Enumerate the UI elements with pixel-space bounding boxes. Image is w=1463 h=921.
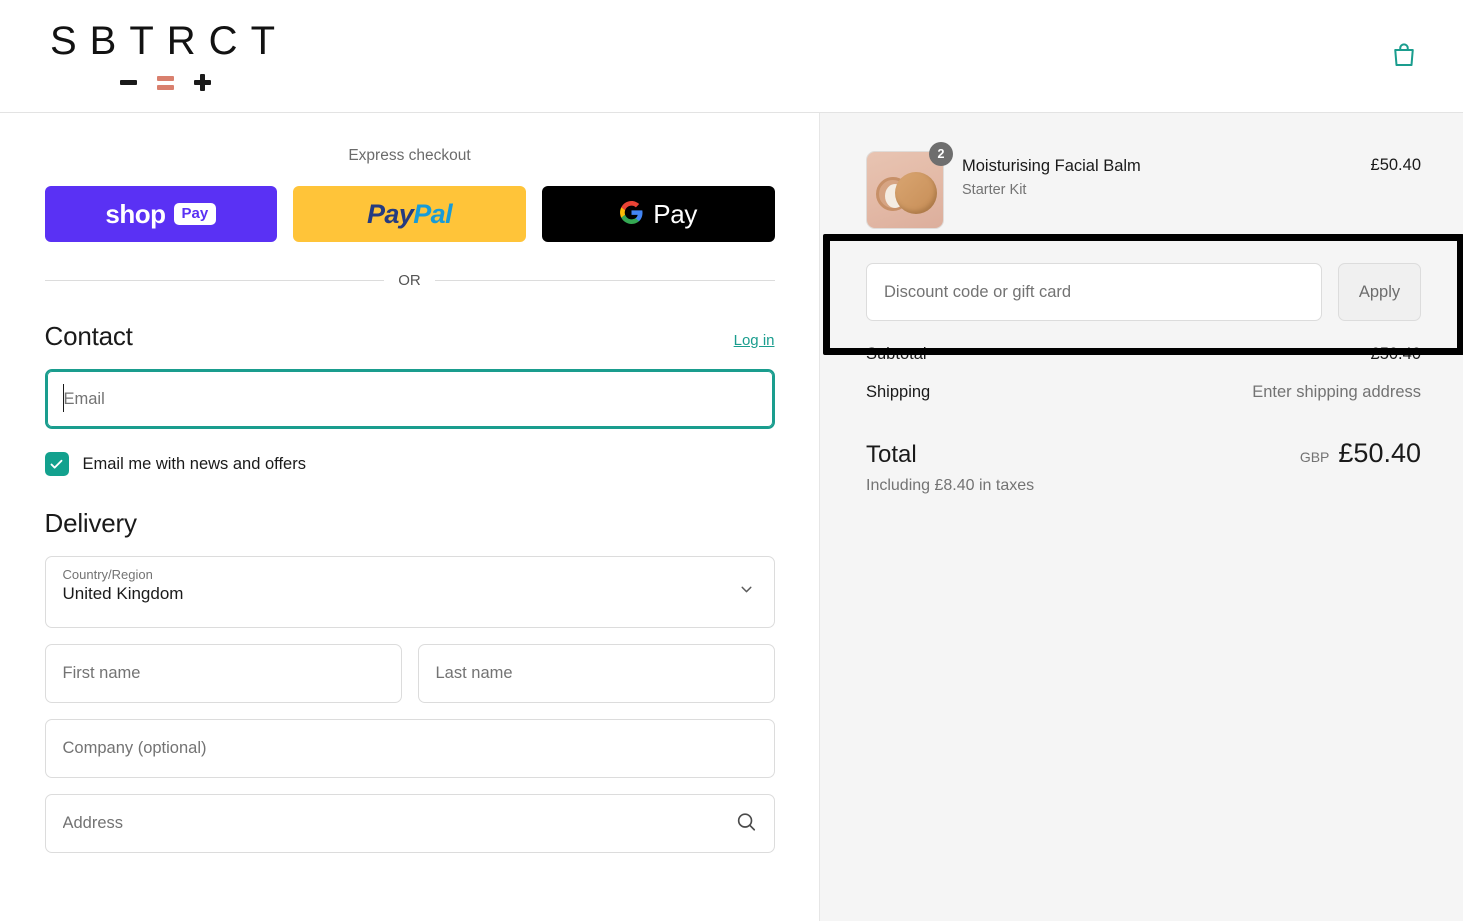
or-divider: OR: [44, 272, 775, 289]
checkout-body: Express checkout shop Pay PayPal Pay OR …: [0, 113, 1463, 921]
discount-section: Apply: [823, 234, 1463, 355]
delivery-section-header: Delivery: [45, 508, 775, 539]
paypal-word-a: Pay: [367, 198, 414, 229]
delivery-title: Delivery: [44, 508, 138, 538]
google-pay-button[interactable]: Pay: [541, 186, 775, 242]
email-field-wrapper: [44, 369, 775, 429]
quantity-badge: 2: [929, 142, 953, 166]
first-name-input[interactable]: [44, 644, 402, 703]
shipping-value: Enter shipping address: [1252, 383, 1421, 401]
shipping-row: Shipping Enter shipping address: [866, 383, 1421, 402]
email-input[interactable]: [44, 369, 775, 429]
shop-pay-button[interactable]: shop Pay: [44, 186, 278, 242]
checkout-form-column: Express checkout shop Pay PayPal Pay OR …: [0, 113, 819, 921]
login-link[interactable]: Log in: [734, 332, 775, 349]
logo-wordmark: SBTRCT: [50, 19, 288, 63]
newsletter-label: Email me with news and offers: [82, 454, 306, 473]
shop-pay-logo: shop Pay: [105, 198, 217, 230]
newsletter-checkbox[interactable]: [44, 452, 69, 476]
or-divider-label: OR: [398, 272, 421, 289]
paypal-word-b: Pal: [413, 198, 452, 229]
product-details: Moisturising Facial Balm Starter Kit: [962, 151, 1353, 198]
logo-symbol-row: [119, 74, 211, 91]
express-checkout-buttons: shop Pay PayPal Pay: [44, 186, 775, 242]
newsletter-checkbox-row[interactable]: Email me with news and offers: [44, 452, 775, 476]
company-input[interactable]: [44, 719, 775, 778]
product-variant: Starter Kit: [962, 181, 1027, 198]
grand-total-row: Total GBP £50.40: [866, 438, 1421, 469]
total-value: £50.40: [1338, 438, 1421, 468]
order-totals: Subtotal £50.40 Shipping Enter shipping …: [866, 345, 1421, 495]
divider-line-left: [44, 280, 385, 281]
balm-body-shape: [895, 172, 937, 214]
country-region-caption: Country/Region: [62, 567, 153, 582]
checkout-page: SBTRCT Express checkout shop Pay PayPal …: [0, 0, 1463, 921]
subtotal-row: Subtotal £50.40: [866, 345, 1421, 364]
product-title: Moisturising Facial Balm: [962, 157, 1141, 175]
divider-line-right: [434, 280, 775, 281]
contact-title: Contact: [44, 321, 133, 351]
cart-bag-button[interactable]: [1385, 36, 1423, 77]
minus-icon: [119, 80, 137, 85]
product-thumbnail-wrapper: 2: [866, 142, 953, 229]
discount-code-input[interactable]: [866, 263, 1322, 321]
order-summary-column: 2 Moisturising Facial Balm Starter Kit £…: [819, 113, 1463, 921]
taxes-note: Including £8.40 in taxes: [866, 477, 1035, 494]
plus-icon: [193, 74, 211, 91]
apply-discount-button[interactable]: Apply: [1338, 263, 1421, 321]
total-label: Total: [866, 441, 917, 468]
equals-icon: [156, 75, 174, 90]
express-checkout-label: Express checkout: [348, 147, 471, 164]
subtotal-label: Subtotal: [866, 345, 927, 363]
shopping-bag-icon: [1389, 40, 1419, 73]
address-input[interactable]: [44, 794, 775, 853]
paypal-button[interactable]: PayPal: [293, 186, 526, 242]
last-name-input[interactable]: [417, 644, 775, 703]
product-price: £50.40: [1370, 156, 1421, 174]
google-pay-logo: Pay: [619, 199, 697, 230]
shop-pay-word: shop: [105, 198, 166, 229]
name-fields-row: [44, 644, 775, 703]
total-amount-group: GBP £50.40: [1300, 438, 1421, 469]
google-g-icon: [619, 200, 644, 228]
subtotal-value: £50.40: [1370, 345, 1421, 363]
address-field-wrapper: [44, 794, 775, 853]
google-pay-word: Pay: [653, 198, 698, 229]
country-region-select[interactable]: Country/Region United Kingdom: [44, 556, 775, 628]
shipping-label: Shipping: [866, 383, 931, 401]
text-caret: [62, 384, 64, 412]
site-header: SBTRCT: [0, 0, 1463, 113]
chevron-down-icon: [738, 581, 755, 603]
currency-code: GBP: [1299, 449, 1330, 465]
contact-section-header: Contact Log in: [45, 321, 775, 352]
shop-pay-pill: Pay: [173, 203, 217, 225]
country-region-value: United Kingdom: [62, 584, 184, 603]
discount-row: Apply: [866, 247, 1421, 339]
paypal-logo: PayPal: [367, 198, 453, 230]
brand-logo[interactable]: SBTRCT: [40, 21, 288, 91]
order-line-item: 2 Moisturising Facial Balm Starter Kit £…: [866, 142, 1421, 229]
